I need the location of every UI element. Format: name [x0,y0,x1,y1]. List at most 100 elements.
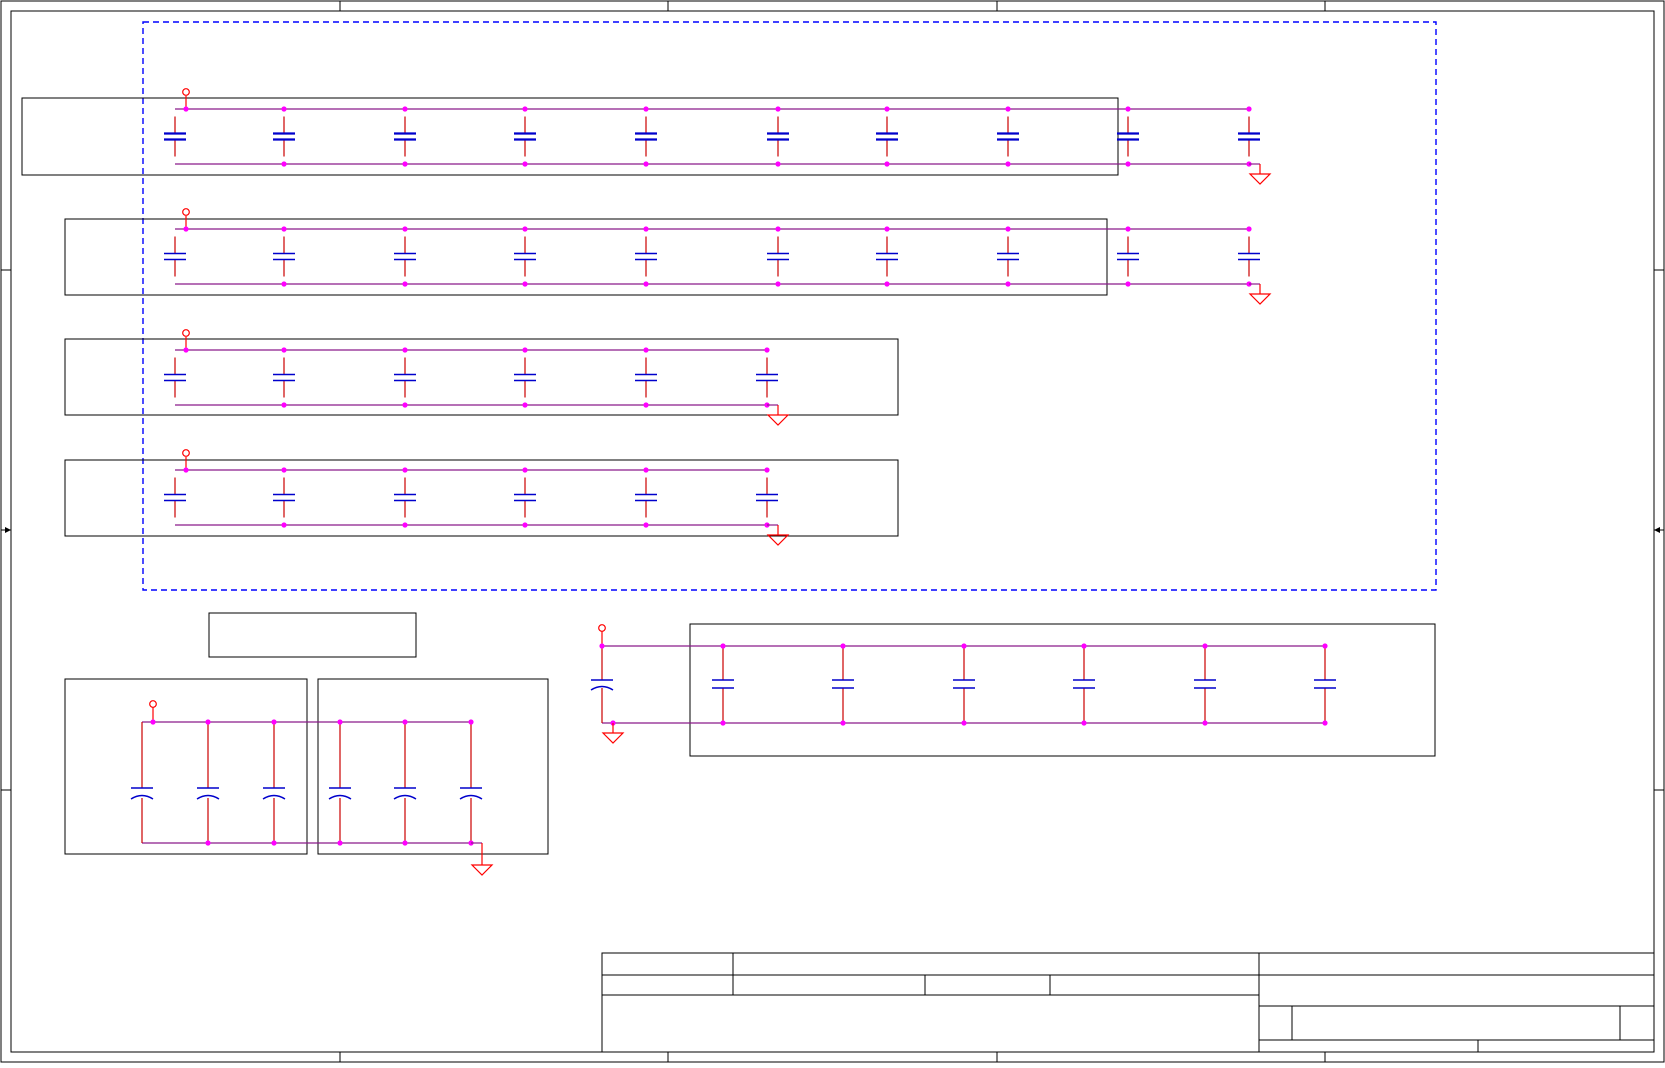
junction-dot [1125,281,1131,287]
power-port-icon [598,624,606,632]
junction-dot [402,161,408,167]
junction-dot [599,643,605,649]
junction-dot [281,347,287,353]
ground-icon [1248,173,1272,185]
junction-dot [1322,720,1328,726]
junction-dot [281,161,287,167]
junction-dot [402,719,408,725]
junction-dot [1202,720,1208,726]
sheet-frame [0,0,1665,1063]
junction-dot [281,226,287,232]
junction-dot [183,347,189,353]
junction-dot [643,467,649,473]
junction-dot [337,840,343,846]
ground-icon [1248,293,1272,305]
junction-dot [402,226,408,232]
schematic-canvas [0,0,1665,1063]
junction-dot [1322,643,1328,649]
junction-dot [281,402,287,408]
schematic-sheet [0,0,1665,1063]
junction-dot [402,402,408,408]
junction-dot [643,161,649,167]
junction-dot [205,719,211,725]
junction-dot [720,720,726,726]
junction-dot [402,522,408,528]
power-port-icon [182,88,190,96]
junction-dot [720,643,726,649]
junction-dot [271,719,277,725]
junction-dot [1081,643,1087,649]
box-bulk-right [317,678,549,855]
junction-dot [643,106,649,112]
center-marker-left [1,527,11,533]
junction-dot [1005,106,1011,112]
junction-dot [522,106,528,112]
junction-dot [522,226,528,232]
junction-dot [1005,281,1011,287]
junction-dot [402,467,408,473]
junction-dot [522,522,528,528]
junction-dot [402,281,408,287]
junction-dot [643,281,649,287]
box-small-label [208,612,417,658]
junction-dot [884,106,890,112]
junction-dot [522,347,528,353]
junction-dot [1125,161,1131,167]
junction-dot [1125,226,1131,232]
junction-dot [1125,106,1131,112]
junction-dot [281,281,287,287]
junction-dot [764,347,770,353]
junction-dot [183,467,189,473]
junction-dot [840,643,846,649]
junction-dot [522,281,528,287]
component-boxes [21,97,1436,855]
junction-dot [643,347,649,353]
center-marker-right [1654,527,1664,533]
junction-dot [402,106,408,112]
junction-dot [961,643,967,649]
junction-dot [150,719,156,725]
junction-dot [775,226,781,232]
ground-icon [601,732,625,744]
box-bulk-left [64,678,308,855]
title-block [601,952,1655,1053]
ground-icon [470,864,494,876]
junction-dot [281,106,287,112]
junction-dot [764,467,770,473]
junction-dot [468,719,474,725]
junction-dot [884,161,890,167]
power-port-icon [149,700,157,708]
dashed-group-outline [142,21,1437,591]
power-port-icon [182,208,190,216]
junction-dot [337,719,343,725]
box-row-5 [689,623,1436,757]
junction-dot [1246,226,1252,232]
junction-dot [522,161,528,167]
junction-dot [643,402,649,408]
junction-dot [281,467,287,473]
junction-dot [884,281,890,287]
junction-dot [1005,161,1011,167]
junction-dot [183,106,189,112]
junction-dot [271,840,277,846]
junction-dot [643,522,649,528]
junction-dot [840,720,846,726]
power-port-icon [182,449,190,457]
junction-dot [522,467,528,473]
junction-dot [522,402,528,408]
junction-dot [1202,643,1208,649]
junction-dot [402,347,408,353]
junction-dot [775,161,781,167]
junction-dot [183,226,189,232]
junction-dot [205,840,211,846]
capacitor-networks [130,88,1336,876]
junction-dot [1246,106,1252,112]
junction-dot [775,281,781,287]
junction-dot [281,522,287,528]
junction-dot [643,226,649,232]
junction-dot [1005,226,1011,232]
ground-icon [766,414,790,426]
junction-dot [961,720,967,726]
junction-dot [884,226,890,232]
junction-dot [1081,720,1087,726]
